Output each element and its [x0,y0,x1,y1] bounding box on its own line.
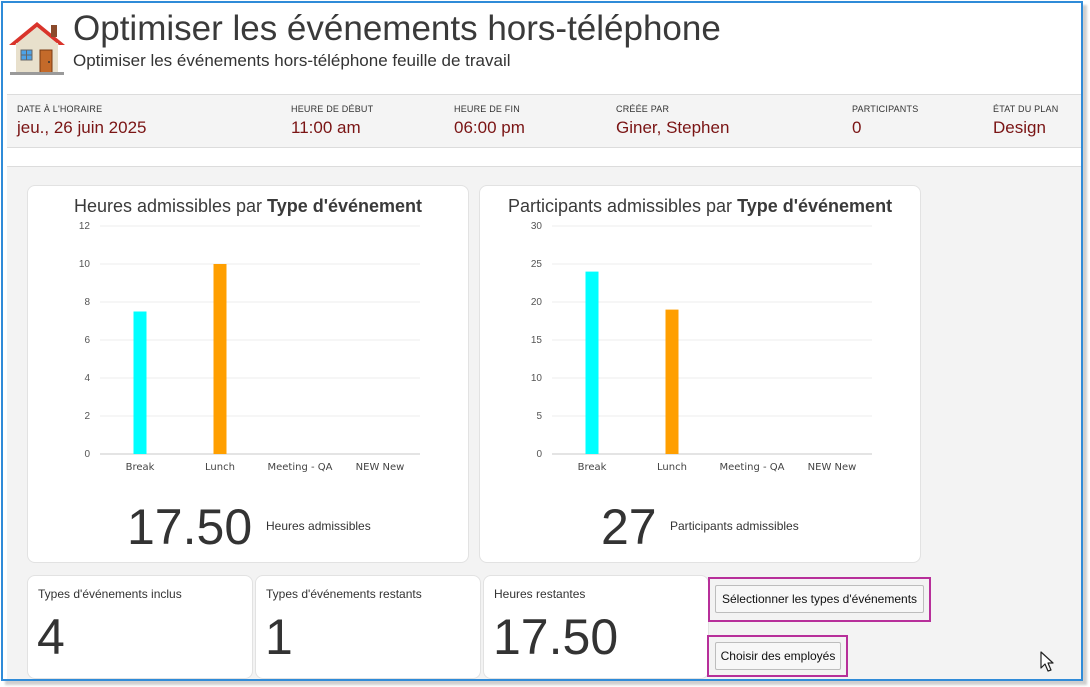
hours-bar-chart: 0 2 4 6 8 10 12 Break Lunch Meeting - QA NEW New [79,221,420,473]
chart-title-bold: Type d'événement [267,196,423,216]
y-tick-label: 15 [531,335,543,346]
total-participants-label: Participants admissibles [670,519,799,533]
info-label: PARTICIPANTS [852,104,919,114]
x-tick-label: Break [126,462,155,473]
x-tick-label: Lunch [657,462,687,473]
info-date: DATE À L'HORAIRE jeu., 26 juin 2025 [17,104,147,138]
info-plan-state: ÉTAT DU PLAN Design [993,104,1058,138]
info-participants: PARTICIPANTS 0 [852,104,918,138]
bar-lunch [213,264,227,454]
x-tick-label: Break [578,462,607,473]
stat-label: Types d'événements restants [266,587,422,601]
y-tick-label: 4 [84,373,90,384]
choose-employees-button[interactable]: Choisir des employés [715,642,841,670]
select-types-highlight: Sélectionner les types d'événements [708,577,931,622]
stat-label: Types d'événements inclus [38,587,182,601]
info-value: 0 [852,118,862,137]
info-created-by: CRÉÉE PAR Giner, Stephen [616,104,729,138]
mouse-cursor-icon [1040,651,1054,672]
bar-lunch [665,309,679,454]
app-window: Optimiser les événements hors-téléphone … [1,1,1083,681]
info-start-time: HEURE DE DÉBUT 11:00 am [291,104,373,138]
y-tick-label: 8 [84,297,90,308]
y-tick-label: 0 [536,449,542,460]
y-tick-label: 12 [79,221,91,232]
x-tick-label: Meeting - QA [268,462,333,473]
y-tick-label: 10 [531,373,543,384]
stat-label: Heures restantes [494,587,586,601]
stat-value: 4 [37,609,65,665]
main-content: Heures admissibles par Type d'événement … [7,166,1081,679]
page-title: Optimiser les événements hors-téléphone [73,9,721,48]
stat-value: 17.50 [493,609,619,665]
y-tick-label: 20 [531,297,543,308]
participants-chart-card: Participants admissibles par Type d'évén… [479,185,921,563]
y-tick-label: 2 [84,411,90,422]
info-label: ÉTAT DU PLAN [993,104,1059,114]
chart-title: Heures admissibles par Type d'événement [28,196,468,217]
info-value: 06:00 pm [454,118,525,137]
total-hours-label: Heures admissibles [266,519,371,533]
y-tick-label: 6 [84,335,90,346]
info-label: CRÉÉE PAR [616,104,670,114]
stat-value: 1 [265,609,293,665]
choose-employees-highlight: Choisir des employés [707,635,848,677]
participants-bar-chart: 0 5 10 15 20 25 30 Break Lunch Meeting - QA NEW Ne… [531,221,872,473]
info-value: Giner, Stephen [616,118,730,137]
chart-title-bold: Type d'événement [737,196,893,216]
y-tick-label: 0 [84,449,90,460]
y-tick-label: 25 [531,259,543,270]
x-tick-label: Lunch [205,462,235,473]
x-tick-label: NEW New [356,462,405,473]
hours-chart-card: Heures admissibles par Type d'événement … [27,185,469,563]
info-label: HEURE DE DÉBUT [291,104,374,114]
page-header: Optimiser les événements hors-téléphone … [3,3,1081,91]
select-event-types-button[interactable]: Sélectionner les types d'événements [715,585,924,613]
total-hours-value: 17.50 [127,499,253,555]
info-value: jeu., 26 juin 2025 [17,118,147,137]
y-tick-label: 5 [536,411,542,422]
info-value: 11:00 am [291,118,361,137]
bar-break [133,311,147,454]
stat-remaining-types: Types d'événements restants 1 [255,575,481,679]
x-tick-label: Meeting - QA [720,462,785,473]
stat-remaining-hours: Heures restantes 17.50 [483,575,709,679]
page-subtitle: Optimiser les événements hors-téléphone … [73,51,511,70]
info-label: DATE À L'HORAIRE [17,104,103,114]
x-tick-label: NEW New [808,462,857,473]
chart-title: Participants admissibles par Type d'évén… [480,196,920,217]
chart-title-prefix: Participants admissibles par [507,196,733,216]
stat-included-types: Types d'événements inclus 4 [27,575,253,679]
house-icon [9,22,65,75]
plan-info-bar: DATE À L'HORAIRE jeu., 26 juin 2025 HEUR… [7,94,1081,148]
total-participants-value: 27 [601,499,657,555]
info-end-time: HEURE DE FIN 06:00 pm [454,104,525,138]
y-tick-label: 10 [79,259,91,270]
bar-break [585,271,599,454]
y-tick-label: 30 [531,221,543,232]
info-label: HEURE DE FIN [454,104,520,114]
info-value: Design [993,118,1046,137]
chart-title-prefix: Heures admissibles par [73,196,263,216]
